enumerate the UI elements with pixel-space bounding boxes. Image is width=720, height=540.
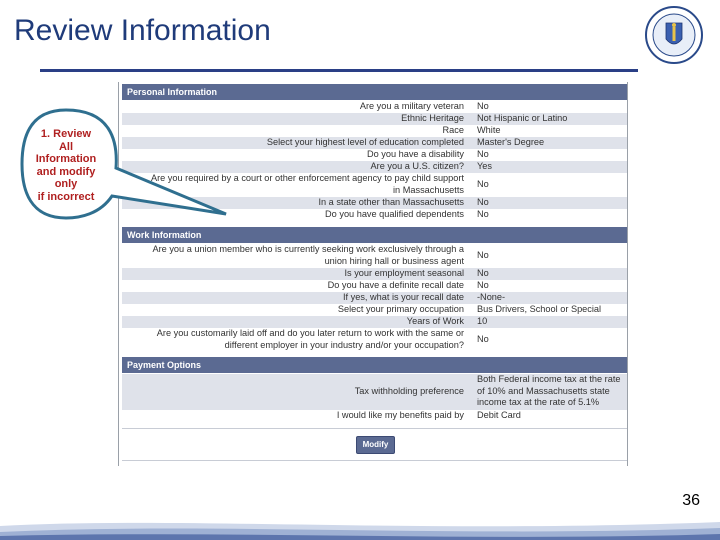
footer-wave [0, 522, 720, 540]
callout-line: All [58, 140, 74, 153]
page-number: 36 [682, 492, 700, 509]
callout-line: 1. Review [40, 128, 92, 140]
callout-balloon [20, 108, 227, 220]
callout-line: if incorrect [37, 190, 95, 203]
callout-line: and modify [36, 165, 96, 178]
callout-text: 1. Review All Information and modify onl… [27, 128, 105, 203]
callout-line: Information [35, 153, 97, 165]
callout-line: only [54, 178, 78, 190]
